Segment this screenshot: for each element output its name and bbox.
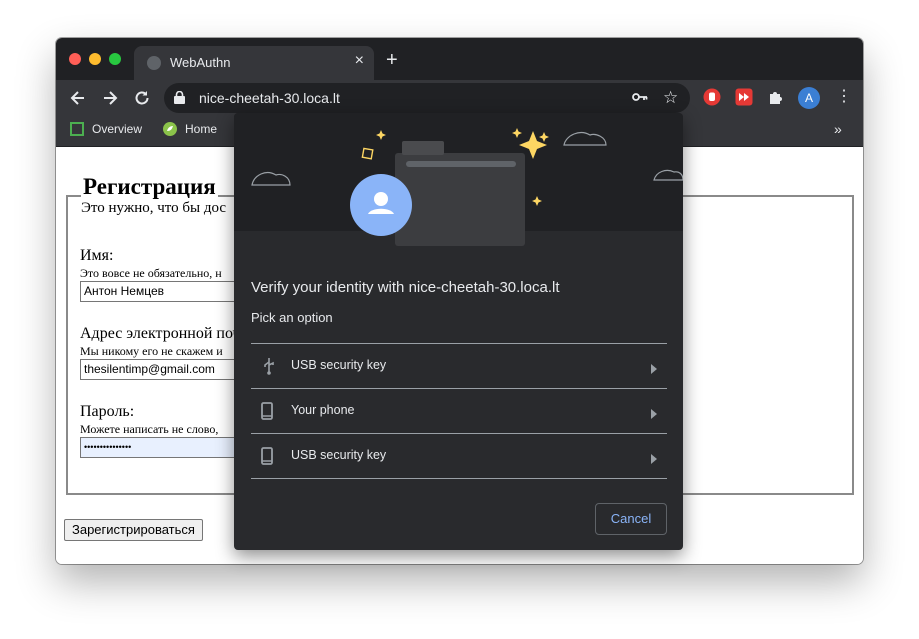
password-field[interactable]: ••••••••••••••• <box>80 437 235 458</box>
password-label: Пароль: <box>80 403 135 420</box>
profile-avatar[interactable]: A <box>798 87 820 109</box>
phone-icon <box>261 447 273 470</box>
option-label: USB security key <box>291 358 387 372</box>
cancel-button[interactable]: Cancel <box>595 503 667 535</box>
person-avatar-icon <box>350 174 412 236</box>
home-leaf-icon <box>163 122 177 136</box>
bookmark-label: Overview <box>92 122 143 136</box>
bookmark-star-icon[interactable]: ☆ <box>663 88 678 108</box>
dialog-title: Verify your identity with nice-cheetah-3… <box>251 279 560 296</box>
bookmark-home[interactable]: Home <box>163 122 217 136</box>
key-icon[interactable] <box>632 90 648 109</box>
lock-icon[interactable] <box>174 90 185 109</box>
bookmark-label: Home <box>185 122 218 136</box>
chevron-right-icon <box>651 451 657 469</box>
stop-hand-icon[interactable] <box>703 88 721 106</box>
name-field[interactable]: Антон Немцев <box>80 281 235 302</box>
option-your-phone[interactable]: Your phone <box>251 388 667 434</box>
minimize-window-button[interactable] <box>89 53 101 65</box>
security-key-illustration <box>234 113 683 246</box>
folder-icon <box>395 141 525 246</box>
puzzle-icon[interactable] <box>767 88 785 106</box>
email-label: Адрес электронной поч <box>80 325 241 342</box>
overview-icon <box>70 122 84 136</box>
cloud-icon <box>251 172 291 186</box>
tab-strip: WebAuthn × + <box>56 38 863 80</box>
option-usb-security-key-2[interactable]: USB security key <box>251 433 667 479</box>
chevron-right-icon <box>651 361 657 379</box>
cloud-icon <box>563 132 607 146</box>
email-hint: Мы никому его не скажем и <box>80 344 223 358</box>
intro-text: Это нужно, что бы дос <box>81 200 227 216</box>
chevron-right-icon <box>651 406 657 424</box>
option-usb-security-key[interactable]: USB security key <box>251 343 667 389</box>
usb-icon <box>261 357 277 380</box>
zoom-window-button[interactable] <box>109 53 121 65</box>
tab-title: WebAuthn <box>170 55 231 70</box>
reload-icon[interactable] <box>132 88 152 108</box>
divider <box>251 478 667 479</box>
new-tab-button[interactable]: + <box>386 49 398 72</box>
phone-icon <box>261 402 273 425</box>
fast-forward-icon[interactable] <box>735 88 753 106</box>
cloud-icon <box>653 169 683 181</box>
register-button[interactable]: Зарегистрироваться <box>64 519 203 541</box>
email-field[interactable]: thesilentimp@gmail.com <box>80 359 235 380</box>
back-icon[interactable] <box>68 88 88 108</box>
name-hint: Это вовсе не обязательно, н <box>80 266 222 280</box>
option-label: USB security key <box>291 448 387 462</box>
bookmark-overview[interactable]: Overview <box>70 122 142 136</box>
option-label: Your phone <box>291 403 355 417</box>
globe-icon <box>147 56 161 70</box>
browser-toolbar: nice-cheetah-30.loca.lt ☆ A ⋮ <box>56 80 863 116</box>
more-bookmarks-button[interactable]: » <box>834 121 842 137</box>
url-text: nice-cheetah-30.loca.lt <box>199 90 340 106</box>
forward-icon[interactable] <box>100 88 120 108</box>
password-hint: Можете написать не слово, <box>80 422 219 436</box>
address-bar[interactable]: nice-cheetah-30.loca.lt ☆ <box>164 83 690 113</box>
page-title: Регистрация <box>81 174 218 200</box>
browser-menu-icon[interactable]: ⋮ <box>836 87 852 107</box>
tab-webauthn[interactable]: WebAuthn × <box>134 46 374 80</box>
webauthn-dialog: Verify your identity with nice-cheetah-3… <box>234 113 683 550</box>
tab-close-icon[interactable]: × <box>355 52 364 70</box>
name-label: Имя: <box>80 247 114 264</box>
dialog-subtitle: Pick an option <box>251 310 333 325</box>
close-window-button[interactable] <box>69 53 81 65</box>
